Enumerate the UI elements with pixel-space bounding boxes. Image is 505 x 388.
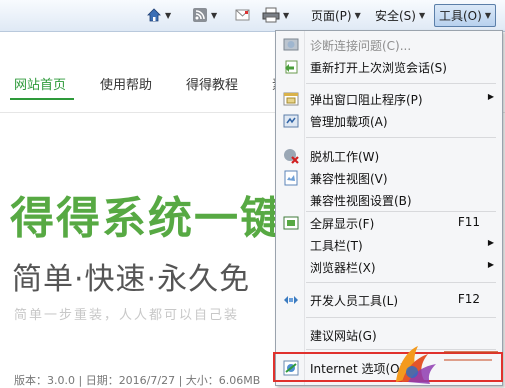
print-icon	[262, 7, 280, 23]
addons-icon	[283, 114, 299, 128]
menu-item-explorer-bars[interactable]: 浏览器栏(X) ▶	[276, 256, 502, 278]
menu-item-label: 浏览器栏(X)	[310, 261, 376, 275]
menu-separator	[306, 83, 496, 84]
safety-menu-label: 安全(S)	[375, 8, 416, 23]
nav-tutorial[interactable]: 得得教程	[186, 74, 238, 93]
chevron-down-icon: ▼	[354, 10, 361, 20]
chevron-down-icon: ▼	[211, 10, 218, 20]
menu-item-label: 开发人员工具(L)	[310, 294, 399, 308]
menu-separator	[306, 317, 496, 318]
menu-item-label: 脱机工作(W)	[310, 150, 380, 164]
menu-item-label: 建议网站(G)	[310, 329, 377, 343]
menu-item-label: 兼容性视图(V)	[310, 172, 388, 186]
tools-dropdown-menu: 诊断连接问题(C)... 重新打开上次浏览会话(S) 弹出窗口阻止程序(P) ▶…	[275, 30, 503, 386]
submenu-arrow-icon: ▶	[487, 92, 494, 101]
nav-active-underline	[10, 98, 74, 100]
watermark-logo	[396, 346, 498, 384]
page-menu-button[interactable]: 页面(P) ▼	[311, 5, 361, 25]
feeds-button[interactable]: ▼	[192, 5, 217, 25]
tools-menu-button[interactable]: 工具(O) ▼	[434, 4, 496, 27]
menu-item-popup-blocker[interactable]: 弹出窗口阻止程序(P) ▶	[276, 88, 502, 110]
safety-menu-button[interactable]: 安全(S) ▼	[375, 5, 425, 25]
submenu-arrow-icon: ▶	[487, 238, 494, 247]
menu-item-label: 弹出窗口阻止程序(P)	[310, 93, 423, 107]
menu-item-label: 工具栏(T)	[310, 239, 363, 253]
dev-tools-icon	[284, 296, 298, 304]
menu-item-label: 管理加载项(A)	[310, 115, 388, 129]
chevron-down-icon: ▼	[484, 11, 491, 20]
menu-item-work-offline[interactable]: 脱机工作(W)	[276, 145, 502, 167]
menu-item-manage-addons[interactable]: 管理加载项(A)	[276, 110, 502, 132]
menu-item-label: 全屏显示(F)	[310, 217, 375, 231]
menu-item-label: 兼容性视图设置(B)	[310, 194, 412, 208]
nav-help[interactable]: 使用帮助	[100, 74, 152, 93]
reopen-session-icon	[285, 60, 298, 74]
chevron-down-icon: ▼	[283, 10, 290, 20]
chevron-down-icon: ▼	[418, 10, 426, 20]
chevron-down-icon: ▼	[165, 10, 172, 20]
page-menu-label: 页面(P)	[311, 8, 352, 23]
menu-item-label: 重新打开上次浏览会话(S)	[310, 61, 447, 75]
menu-item-reopen-session[interactable]: 重新打开上次浏览会话(S)	[276, 56, 502, 78]
mail-button[interactable]	[235, 5, 251, 25]
menu-item-label: 诊断连接问题(C)...	[310, 39, 412, 53]
rss-icon	[193, 8, 207, 22]
menu-item-developer-tools[interactable]: 开发人员工具(L) F12	[276, 289, 502, 311]
menu-separator	[306, 282, 496, 283]
mail-icon	[235, 9, 250, 21]
command-bar: ▼ ▼ ▼ 页面(P) ▼ 安全(S) ▼ 工具(O) ▼	[0, 0, 505, 32]
nav-home[interactable]: 网站首页	[14, 74, 66, 93]
home-button[interactable]: ▼	[146, 5, 171, 25]
diagnose-icon	[283, 38, 299, 51]
hero-tagline: 简单一步重装，人人都可以自己装	[14, 308, 240, 323]
menu-separator	[306, 137, 496, 138]
menu-item-compat-view-settings[interactable]: 兼容性视图设置(B)	[276, 189, 502, 211]
fullscreen-icon	[283, 216, 299, 230]
hero-headline: 得得系统一键	[10, 193, 286, 244]
offline-icon	[284, 149, 299, 164]
tools-menu-label: 工具(O)	[439, 9, 482, 23]
menu-item-shortcut: F12	[457, 292, 480, 306]
home-icon	[147, 8, 161, 22]
menu-item-compat-view[interactable]: 兼容性视图(V)	[276, 167, 502, 189]
menu-item-shortcut: F11	[457, 215, 480, 229]
submenu-arrow-icon: ▶	[487, 260, 494, 269]
compat-view-icon	[284, 170, 298, 186]
menu-item-toolbars[interactable]: 工具栏(T) ▶	[276, 234, 502, 256]
menu-item-fullscreen[interactable]: 全屏显示(F) F11	[276, 212, 502, 234]
hero-subtitle: 简单·快速·永久免	[12, 262, 251, 297]
download-meta: 版本：3.0.0 | 日期：2016/7/27 | 大小：6.06MB	[14, 374, 261, 387]
print-button[interactable]: ▼	[262, 5, 289, 25]
menu-item-diagnose[interactable]: 诊断连接问题(C)...	[276, 34, 502, 56]
popup-blocker-icon	[283, 92, 299, 106]
